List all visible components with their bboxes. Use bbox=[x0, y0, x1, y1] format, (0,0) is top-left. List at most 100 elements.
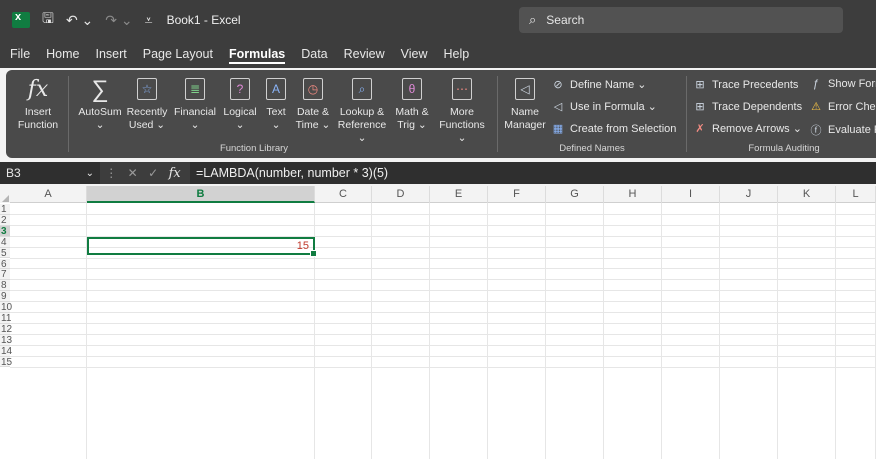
tab-formulas[interactable]: Formulas bbox=[228, 40, 286, 68]
select-all-button[interactable] bbox=[0, 186, 10, 203]
financial-button[interactable]: ≣ Financial ⌄ bbox=[170, 74, 220, 132]
function-library-label: Function Library bbox=[219, 143, 289, 154]
row-header-2[interactable]: 2 bbox=[0, 214, 10, 226]
row-gridline bbox=[10, 366, 876, 368]
formula-controls: ⋮ ✕ ✓ fx bbox=[100, 166, 186, 181]
more-functions-button[interactable]: ⋯ More Functions ⌄ bbox=[434, 74, 490, 145]
formula-input[interactable]: =LAMBDA(number, number * 3)(5) bbox=[190, 162, 876, 184]
row-gridline bbox=[10, 279, 876, 281]
tab-page-layout[interactable]: Page Layout bbox=[143, 40, 213, 68]
save-icon[interactable]: 🖫 bbox=[42, 8, 54, 32]
name-box[interactable]: B3 ⌄ bbox=[0, 162, 100, 184]
use-in-formula-button[interactable]: ◁ Use in Formula ⌄ bbox=[550, 100, 657, 113]
column-header-b[interactable]: B bbox=[87, 186, 315, 203]
row-header-4[interactable]: 4 bbox=[0, 236, 10, 248]
trace-dependents-button[interactable]: ⊞ Trace Dependents bbox=[692, 100, 802, 114]
customize-toolbar-icon[interactable]: ⩡ bbox=[145, 12, 153, 29]
tab-help[interactable]: Help bbox=[444, 40, 470, 68]
ellipsis-icon: ⋯ bbox=[452, 78, 472, 100]
name-manager-button[interactable]: ◁ Name Manager bbox=[502, 74, 548, 132]
column-gridline bbox=[719, 203, 720, 459]
text-button[interactable]: A Text ⌄ bbox=[260, 74, 292, 132]
column-header-f[interactable]: F bbox=[488, 186, 546, 203]
column-header-e[interactable]: E bbox=[430, 186, 488, 203]
row-header-8[interactable]: 8 bbox=[0, 280, 10, 291]
document-title: Book1 - Excel bbox=[166, 13, 241, 27]
redo-icon[interactable]: ↷ ⌄ bbox=[105, 12, 132, 29]
row-header-15[interactable]: 15 bbox=[0, 356, 12, 368]
row-header-7[interactable]: 7 bbox=[0, 269, 10, 280]
more-options-icon[interactable]: ⋮ bbox=[105, 166, 117, 180]
tab-insert[interactable]: Insert bbox=[96, 40, 127, 68]
defined-names-label: Defined Names bbox=[559, 143, 625, 154]
row-header-14[interactable]: 14 bbox=[0, 345, 12, 357]
ribbon-tabs: File Home Insert Page Layout Formulas Da… bbox=[0, 40, 876, 68]
text-a-icon: A bbox=[266, 78, 286, 100]
insert-function-button[interactable]: fx Insert Function bbox=[14, 74, 62, 132]
title-bar: 🖫 ↶ ⌄ ↷ ⌄ ⩡ Book1 - Excel ⌕ Search bbox=[0, 0, 876, 40]
column-gridline bbox=[545, 203, 546, 459]
tab-data[interactable]: Data bbox=[301, 40, 327, 68]
row-gridline bbox=[10, 290, 876, 292]
column-header-l[interactable]: L bbox=[836, 186, 876, 203]
column-header-c[interactable]: C bbox=[315, 186, 372, 203]
error-checking-button[interactable]: ⚠ Error Check bbox=[808, 100, 876, 114]
table-grid-icon: ▦ bbox=[552, 123, 564, 135]
column-header-g[interactable]: G bbox=[546, 186, 604, 203]
create-from-selection-button[interactable]: ▦ Create from Selection bbox=[550, 122, 677, 136]
column-header-d[interactable]: D bbox=[372, 186, 430, 203]
tab-file[interactable]: File bbox=[10, 40, 30, 68]
define-name-button[interactable]: ⊘ Define Name ⌄ bbox=[550, 78, 646, 91]
chevron-down-icon[interactable]: ⌄ bbox=[86, 168, 94, 179]
column-header-h[interactable]: H bbox=[604, 186, 662, 203]
tab-view[interactable]: View bbox=[401, 40, 428, 68]
column-header-j[interactable]: J bbox=[720, 186, 778, 203]
search-placeholder: Search bbox=[546, 13, 585, 27]
column-gridline bbox=[603, 203, 604, 459]
row-header-6[interactable]: 6 bbox=[0, 258, 10, 269]
row-header-13[interactable]: 13 bbox=[0, 334, 12, 346]
autosum-button[interactable]: ∑ AutoSum ⌄ bbox=[76, 74, 124, 132]
insert-function-icon[interactable]: fx bbox=[169, 166, 181, 181]
cancel-icon[interactable]: ✕ bbox=[128, 166, 138, 180]
row-gridline bbox=[10, 257, 876, 259]
logical-button[interactable]: ? Logical ⌄ bbox=[220, 74, 260, 132]
tag-icon: ◁ bbox=[515, 78, 535, 100]
column-header-a[interactable]: A bbox=[10, 186, 87, 203]
row-header-1[interactable]: 1 bbox=[0, 204, 10, 215]
coins-icon: ≣ bbox=[185, 78, 205, 100]
column-header-i[interactable]: I bbox=[662, 186, 720, 203]
theta-icon: θ bbox=[402, 78, 422, 100]
row-header-5[interactable]: 5 bbox=[0, 247, 10, 259]
row-gridline bbox=[10, 224, 876, 226]
search-box[interactable]: ⌕ Search bbox=[519, 7, 843, 33]
row-header-3[interactable]: 3 bbox=[0, 225, 10, 237]
remove-arrows-button[interactable]: ✗ Remove Arrows ⌄ bbox=[692, 122, 802, 135]
row-gridline bbox=[10, 322, 876, 324]
row-header-9[interactable]: 9 bbox=[0, 291, 10, 302]
selected-cell-b3[interactable]: 15 bbox=[87, 237, 317, 257]
date-time-button[interactable]: ◷ Date & Time ⌄ bbox=[292, 74, 334, 132]
tab-home[interactable]: Home bbox=[46, 40, 79, 68]
column-gridline bbox=[835, 203, 836, 459]
confirm-icon[interactable]: ✓ bbox=[148, 166, 158, 180]
undo-icon[interactable]: ↶ ⌄ bbox=[66, 12, 93, 29]
worksheet-grid[interactable]: ABCDEFGHIJKL 1 2 3 4 5 6 7 8 9 10 11 12 13 14 15 15 bbox=[0, 186, 876, 459]
clock-icon: ◷ bbox=[303, 78, 323, 100]
row-gridline bbox=[10, 213, 876, 215]
formula-auditing-label: Formula Auditing bbox=[748, 143, 820, 154]
recently-used-button[interactable]: ☆ Recently Used ⌄ bbox=[124, 74, 170, 132]
evaluate-formula-button[interactable]: ⓕ Evaluate Fo bbox=[808, 122, 876, 138]
column-header-k[interactable]: K bbox=[778, 186, 836, 203]
excel-logo-icon bbox=[12, 11, 30, 28]
trace-precedents-button[interactable]: ⊞ Trace Precedents bbox=[692, 78, 798, 92]
tab-review[interactable]: Review bbox=[344, 40, 385, 68]
lookup-reference-button[interactable]: ⌕ Lookup & Reference ⌄ bbox=[334, 74, 390, 145]
row-header-10[interactable]: 10 bbox=[0, 302, 12, 313]
show-formulas-button[interactable]: ƒ Show Form bbox=[808, 78, 876, 90]
row-header-11[interactable]: 11 bbox=[0, 313, 11, 324]
row-header-12[interactable]: 12 bbox=[0, 323, 12, 335]
cell-value: 15 bbox=[296, 240, 309, 252]
pencil-tag-icon: ⊘ bbox=[553, 79, 563, 91]
math-trig-button[interactable]: θ Math & Trig ⌄ bbox=[390, 74, 434, 132]
